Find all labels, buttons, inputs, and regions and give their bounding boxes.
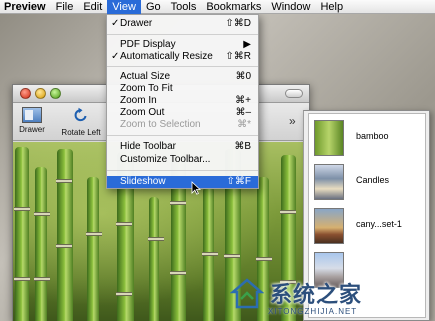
menu-item-shortcut: ⌘0 (235, 71, 251, 82)
watermark-chinese-text: 系统之家 (270, 283, 363, 308)
menu-item-label: Automatically Resize (120, 51, 213, 62)
menu-item-shortcut: ⇧⌘F (226, 176, 252, 187)
menu-item-shortcut: ⇧⌘R (225, 51, 251, 62)
menu-item-shortcut: ⇧⌘D (225, 18, 251, 29)
menu-item-shortcut: ⌘+ (235, 95, 251, 106)
thumbnail-item[interactable]: cany...set-1 (309, 208, 425, 250)
menu-item-automatically-resize[interactable]: ✓ Automatically Resize ⇧⌘R (107, 51, 258, 63)
menu-item-label: Zoom To Fit (120, 83, 173, 94)
menu-separator (107, 66, 258, 67)
menu-item-label: Zoom to Selection (120, 119, 201, 130)
menu-bar: Preview File Edit View Go Tools Bookmark… (0, 0, 435, 14)
menu-help[interactable]: Help (315, 0, 348, 14)
menu-item-actual-size[interactable]: Actual Size ⌘0 (107, 71, 258, 83)
menu-item-hide-toolbar[interactable]: Hide Toolbar ⌘B (107, 141, 258, 153)
thumbnail-image (314, 208, 344, 244)
zoom-button[interactable] (50, 88, 61, 99)
thumbnail-image (314, 120, 344, 156)
menu-go[interactable]: Go (141, 0, 166, 14)
menu-preview[interactable]: Preview (0, 0, 51, 14)
menu-file[interactable]: File (51, 0, 79, 14)
menu-item-zoom-to-fit[interactable]: Zoom To Fit (107, 83, 258, 95)
mouse-pointer-icon (191, 181, 201, 195)
rotate-left-label: Rotate Left (61, 128, 101, 137)
menu-item-customize-toolbar[interactable]: Customize Toolbar... (107, 154, 258, 166)
menu-separator (107, 135, 258, 136)
drawer-toolbar-button[interactable]: Drawer (17, 107, 47, 134)
menu-item-pdf-display[interactable]: PDF Display ▶ (107, 39, 258, 51)
menu-item-label: Slideshow (120, 176, 166, 187)
thumbnail-label: cany...set-1 (356, 219, 402, 229)
menu-window[interactable]: Window (266, 0, 315, 14)
site-watermark: 系统之家 XITONGZHIJIA.NET (218, 277, 432, 319)
menu-item-label: Actual Size (120, 71, 171, 82)
menu-separator (107, 34, 258, 35)
watermark-english-text: XITONGZHIJIA.NET (268, 307, 358, 316)
thumbnail-label: Candles (356, 175, 390, 185)
menu-view[interactable]: View (107, 0, 141, 14)
menu-item-label: PDF Display (120, 39, 176, 50)
toolbar-toggle-button[interactable] (285, 89, 303, 98)
drawer-toolbar-label: Drawer (19, 125, 45, 134)
menu-item-label: Drawer (120, 18, 153, 29)
minimize-button[interactable] (35, 88, 46, 99)
menu-item-drawer[interactable]: ✓ Drawer ⇧⌘D (107, 18, 258, 30)
menu-item-shortcut: ⌘– (235, 107, 251, 118)
watermark-logo-icon (230, 278, 264, 309)
menu-item-slideshow[interactable]: Slideshow ⇧⌘F (107, 176, 258, 188)
menu-item-label: Customize Toolbar... (120, 154, 211, 165)
menu-separator (107, 170, 258, 171)
toolbar-overflow-icon[interactable]: » (289, 114, 296, 128)
menu-edit[interactable]: Edit (78, 0, 107, 14)
menu-item-label: Hide Toolbar (120, 141, 176, 152)
drawer-icon (22, 107, 42, 123)
menu-tools[interactable]: Tools (166, 0, 202, 14)
close-button[interactable] (20, 88, 31, 99)
rotate-left-icon (74, 107, 87, 122)
menu-item-shortcut: ⌘B (234, 141, 251, 152)
menu-item-zoom-to-selection: Zoom to Selection ⌘* (107, 119, 258, 131)
submenu-arrow-icon: ▶ (243, 39, 251, 50)
menu-item-zoom-out[interactable]: Zoom Out ⌘– (107, 107, 258, 119)
rotate-left-button[interactable]: Rotate Left (57, 107, 105, 137)
menu-bookmarks[interactable]: Bookmarks (201, 0, 266, 14)
menu-item-label: Zoom Out (120, 107, 165, 118)
thumbnail-item[interactable]: bamboo (309, 120, 425, 162)
thumbnail-image (314, 164, 344, 200)
menu-item-label: Zoom In (120, 95, 157, 106)
thumbnail-label: bamboo (356, 131, 389, 141)
view-menu-dropdown: ✓ Drawer ⇧⌘D PDF Display ▶ ✓ Automatical… (106, 14, 259, 189)
menu-item-zoom-in[interactable]: Zoom In ⌘+ (107, 95, 258, 107)
menu-item-shortcut: ⌘* (237, 119, 251, 130)
thumbnail-item[interactable]: Candles (309, 164, 425, 206)
